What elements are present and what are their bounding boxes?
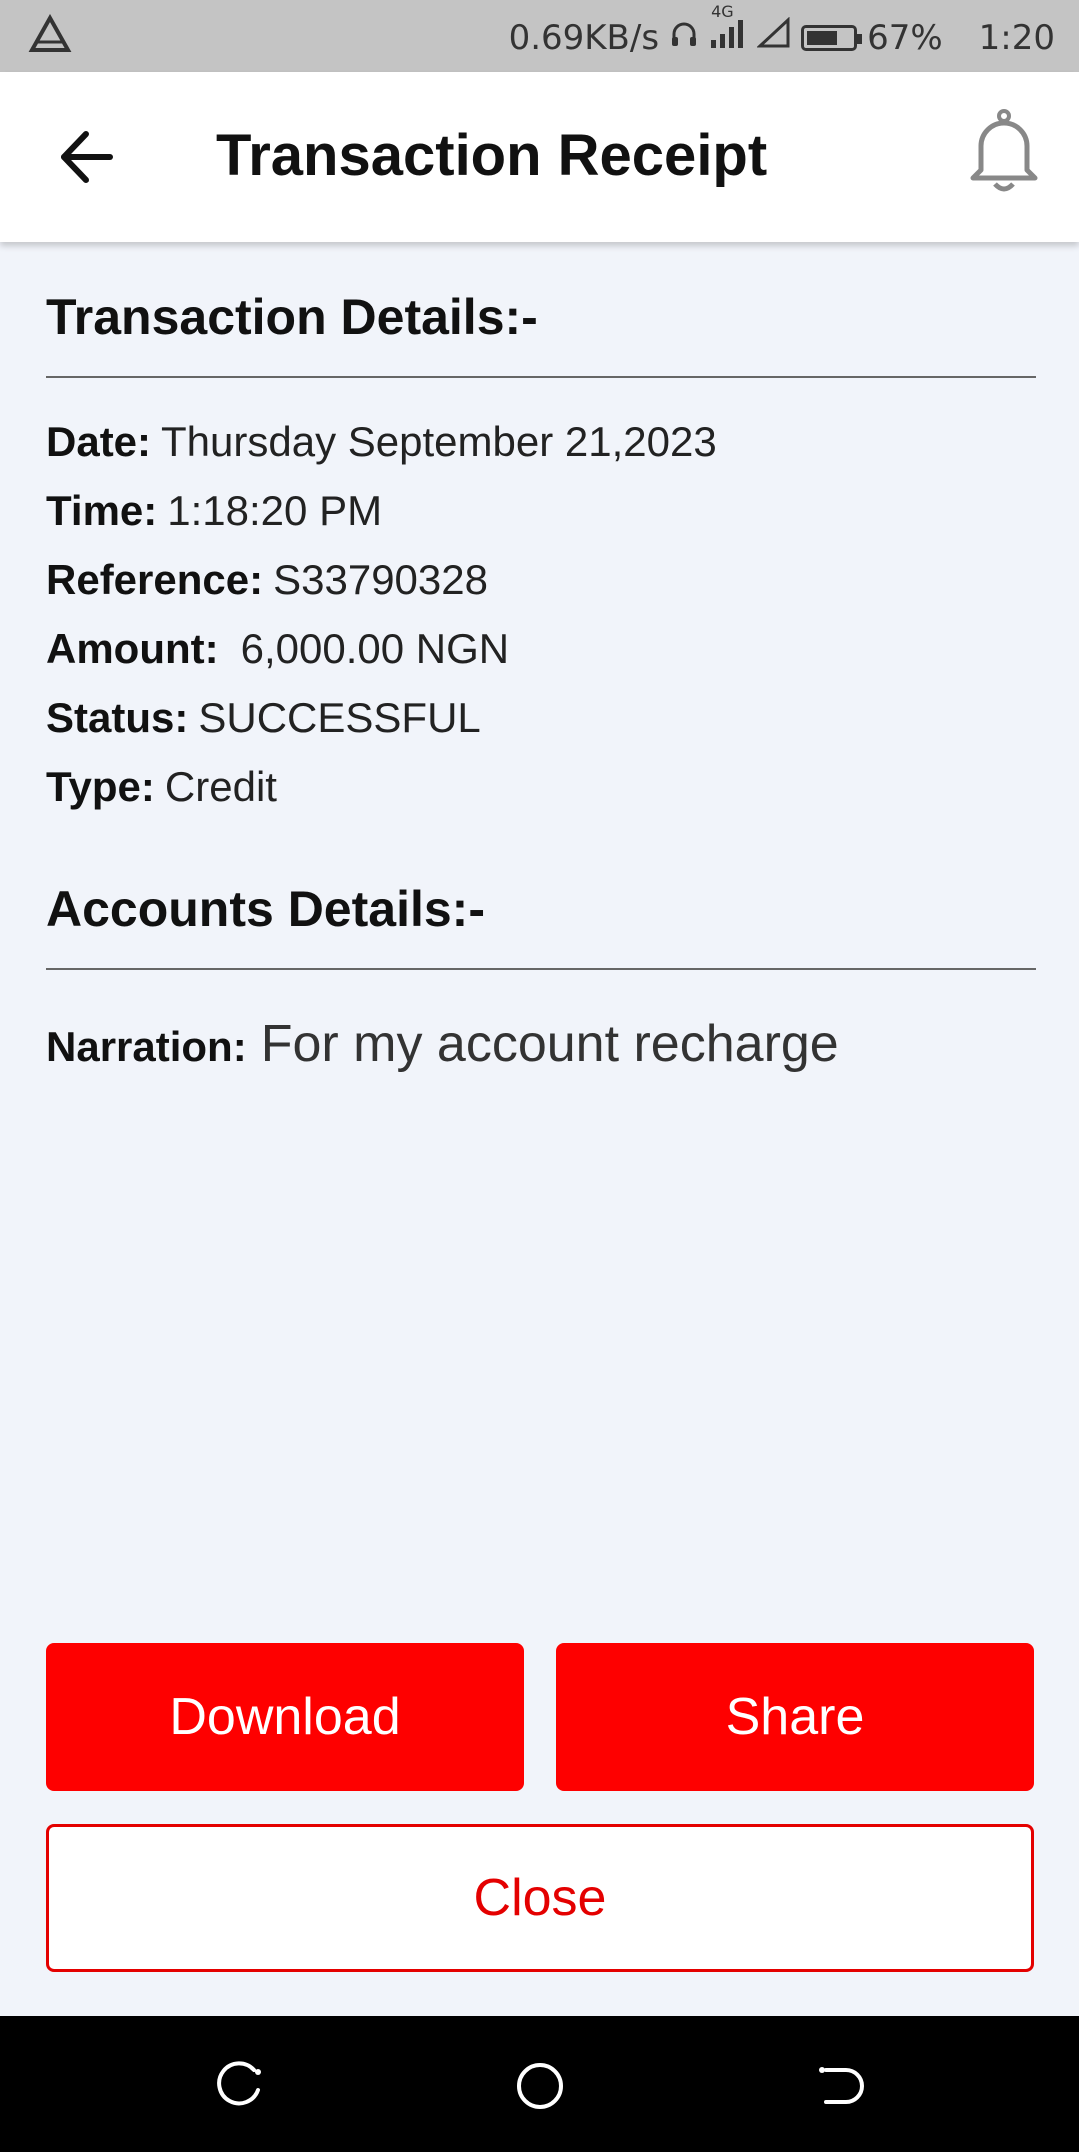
status-row: Status: SUCCESSFUL <box>46 694 1036 763</box>
reference-row: Reference: S33790328 <box>46 556 1036 625</box>
headset-icon <box>669 18 699 58</box>
home-icon[interactable] <box>514 2060 566 2112</box>
signal-icon: 4G <box>709 2 747 59</box>
amount-row: Amount: 6,000.00 NGN <box>46 625 1036 694</box>
amount-value: 6,000.00 NGN <box>240 625 510 672</box>
network-speed: 0.69KB/s <box>508 17 660 58</box>
back-icon[interactable] <box>814 2060 866 2112</box>
type-value: Credit <box>164 763 277 810</box>
receipt-content: Transaction Details:- Date: Thursday Sep… <box>46 242 1036 1074</box>
time-row: Time: 1:18:20 PM <box>46 487 1036 556</box>
close-button[interactable]: Close <box>46 1824 1034 1972</box>
network-type: 4G <box>711 2 734 21</box>
narration-label: Narration: <box>46 1023 247 1070</box>
status-right: 0.69KB/s 4G 67% 1:20 <box>508 2 1055 59</box>
share-button[interactable]: Share <box>556 1643 1034 1791</box>
page-title: Transaction Receipt <box>216 123 768 188</box>
status-label: Status: <box>46 694 189 741</box>
narration-value: For my account recharge <box>260 1015 839 1073</box>
battery-fill <box>807 30 837 45</box>
type-label: Type: <box>46 763 155 810</box>
status-value: SUCCESSFUL <box>198 694 481 741</box>
reference-value: S33790328 <box>273 556 488 603</box>
date-value: Thursday September 21,2023 <box>161 418 717 465</box>
status-bar: 0.69KB/s 4G 67% 1:20 <box>0 0 1079 72</box>
bell-icon <box>967 109 1041 198</box>
alert-triangle-icon <box>28 13 72 63</box>
narration-row: Narration: For my account recharge <box>46 970 1036 1074</box>
clock: 1:20 <box>978 17 1055 58</box>
transaction-details: Date: Thursday September 21,2023 Time: 1… <box>46 378 1036 832</box>
battery-percent: 67% <box>867 17 943 58</box>
amount-label: Amount: <box>46 625 219 672</box>
type-row: Type: Credit <box>46 763 1036 832</box>
system-nav-bar <box>0 2016 1079 2152</box>
date-label: Date: <box>46 418 152 465</box>
download-button[interactable]: Download <box>46 1643 524 1791</box>
date-row: Date: Thursday September 21,2023 <box>46 418 1036 487</box>
back-button[interactable] <box>52 122 122 192</box>
signal-outline-icon <box>756 16 791 58</box>
notifications-button[interactable] <box>967 108 1041 194</box>
transaction-details-title: Transaction Details:- <box>46 289 538 345</box>
back-arrow-icon <box>52 131 122 196</box>
time-value: 1:18:20 PM <box>167 487 383 534</box>
battery-icon <box>801 24 863 51</box>
app-bar: Transaction Receipt <box>0 72 1079 242</box>
accounts-details-title: Accounts Details:- <box>46 881 485 937</box>
time-label: Time: <box>46 487 158 534</box>
recents-icon[interactable] <box>214 2060 266 2112</box>
reference-label: Reference: <box>46 556 264 603</box>
